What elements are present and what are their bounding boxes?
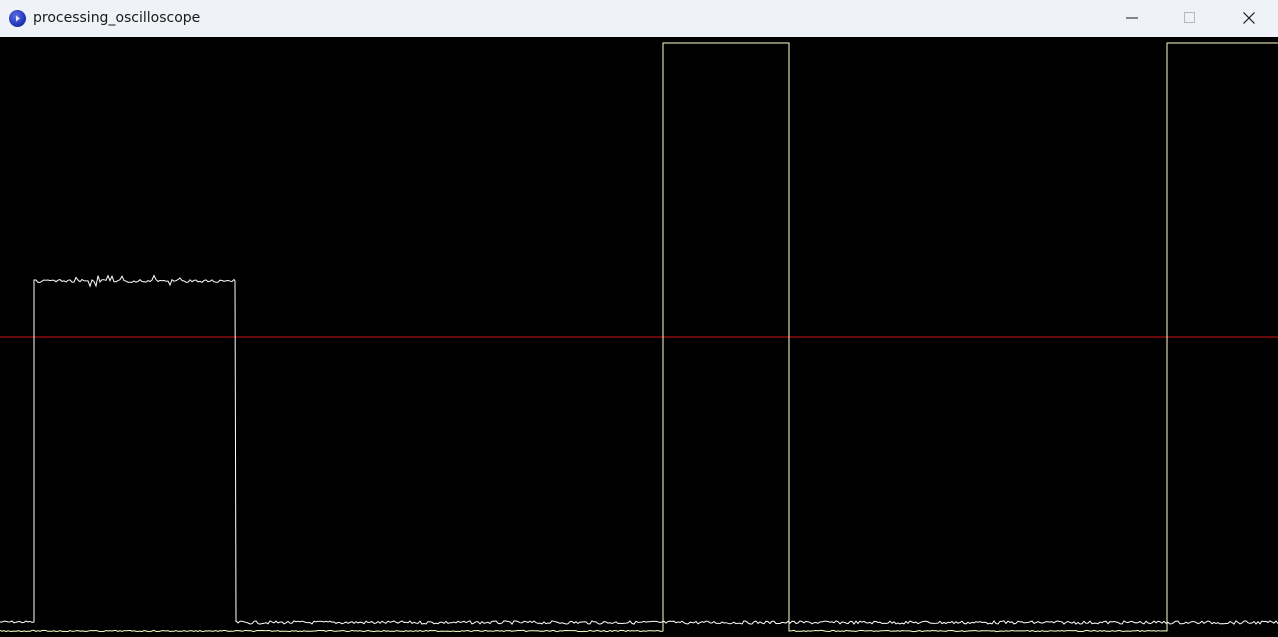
title-bar[interactable]: processing_oscilloscope (0, 0, 1278, 37)
minimize-button[interactable] (1103, 0, 1161, 36)
window-title: processing_oscilloscope (33, 10, 201, 26)
app-window: processing_oscilloscope (0, 0, 1278, 637)
signal-trace-a (0, 274, 1278, 625)
minimize-icon (1126, 17, 1138, 19)
maximize-icon (1184, 12, 1195, 23)
oscilloscope-canvas[interactable] (0, 37, 1278, 637)
maximize-button[interactable] (1161, 0, 1219, 36)
processing-app-icon (9, 10, 26, 27)
close-button[interactable] (1220, 0, 1278, 36)
scope-plot (0, 42, 1278, 633)
close-icon (1243, 12, 1255, 24)
